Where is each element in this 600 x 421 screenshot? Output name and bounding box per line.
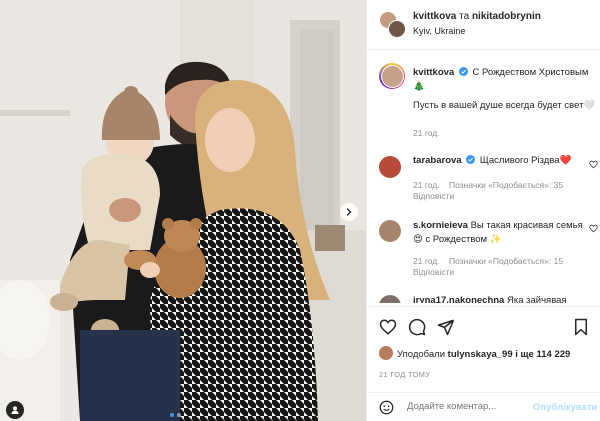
chevron-right-icon [346, 208, 352, 216]
paper-plane-icon[interactable] [437, 318, 455, 336]
coauthor-avatars[interactable] [379, 11, 406, 38]
caption-text: kvittkova С Рождеством Христовым 🎄 [413, 66, 595, 94]
avatar[interactable] [388, 20, 406, 38]
tree-emoji: 🎄 [413, 81, 425, 92]
comment-input[interactable] [407, 401, 537, 412]
coauthor-link[interactable]: nikitadobrynin [472, 11, 541, 22]
caption-username[interactable]: kvittkova [413, 67, 454, 78]
author-conjunction: та [459, 11, 470, 22]
likes-prefix: Уподобали [397, 349, 446, 360]
post-side-panel: kvittkova та nikitadobrynin Kyiv, Ukrain… [366, 0, 600, 421]
post-photo[interactable] [0, 0, 366, 421]
avatar[interactable] [379, 220, 401, 242]
bookmark-icon[interactable] [573, 318, 589, 336]
carousel-dot-active [170, 413, 174, 417]
heart-icon[interactable] [589, 160, 598, 169]
comment-username[interactable]: iryna17.nakonechna [413, 295, 504, 303]
avatar[interactable] [379, 63, 405, 89]
post-authors: kvittkova та nikitadobrynin [413, 11, 541, 22]
post-header: kvittkova та nikitadobrynin Kyiv, Ukrain… [367, 0, 600, 50]
heart-emoji: ❤️ [559, 155, 572, 166]
smiley-icon[interactable] [379, 400, 394, 415]
next-photo-button[interactable] [340, 203, 358, 221]
reply-button[interactable]: Відповісти [413, 267, 454, 277]
comment-username[interactable]: s.kornieieva [413, 220, 468, 231]
comment-text: s.kornieieva Вы такая красивая семья 😍 с … [413, 219, 583, 247]
comment-body-after: с Рождеством [425, 234, 488, 245]
comment-icon[interactable] [408, 318, 426, 336]
comment-text: tarabarova Щасливого Різдва❤️ [413, 154, 583, 168]
caption-line1: С Рождеством Христовым [472, 67, 589, 78]
heart-eyes-emoji: 😍 [413, 234, 423, 245]
likes-count-link[interactable]: і ще 114 229 [515, 349, 570, 360]
verified-badge-icon [466, 155, 476, 164]
avatar[interactable] [379, 295, 401, 303]
add-comment-bar: Опублікувати [367, 392, 600, 421]
comment-text: iryna17.nakonechna Яка зайчявая [413, 294, 583, 303]
comment-time[interactable]: 21 год. [413, 180, 440, 190]
comment-item: iryna17.nakonechna Яка зайчявая [367, 293, 600, 303]
likes-user-link[interactable]: tulynskaya_99 [448, 349, 513, 360]
post-actions [367, 306, 600, 348]
comment-body: Яка зайчявая [507, 295, 567, 303]
verified-badge-icon [458, 67, 468, 76]
comment-username[interactable]: tarabarova [413, 155, 462, 166]
user-tag-icon [11, 406, 19, 414]
comment-body: Щасливого Різдва [479, 155, 560, 166]
carousel-indicator [170, 413, 181, 417]
carousel-dot [177, 413, 181, 417]
caption-line2: Пусть в вашей душе всегда будет свет🤍 [413, 100, 596, 111]
caption-timestamp[interactable]: 21 год. [413, 128, 440, 138]
avatar[interactable] [379, 156, 401, 178]
heart-icon[interactable] [379, 318, 397, 336]
avatar[interactable] [379, 346, 393, 360]
reply-button[interactable]: Відповісти [413, 191, 454, 201]
comment-meta: 21 год. Позначки «Подобається»: 15 Відпо… [413, 256, 583, 278]
heart-icon[interactable] [589, 224, 598, 233]
comment-time[interactable]: 21 год. [413, 256, 440, 266]
sparkles-emoji: ✨ [489, 234, 502, 245]
location-link[interactable]: Kyiv, Ukraine [413, 26, 465, 36]
post-timestamp[interactable]: 21 ГОД ТОМУ [379, 370, 430, 379]
author-link[interactable]: kvittkova [413, 11, 456, 22]
comment-body: Вы такая красивая семья [470, 220, 583, 231]
tagged-users-button[interactable] [6, 401, 24, 419]
comment-likes[interactable]: Позначки «Подобається»: 35 [449, 180, 563, 190]
family-photo-illustration [0, 0, 366, 421]
comment-likes[interactable]: Позначки «Подобається»: 15 [449, 256, 563, 266]
publish-button[interactable]: Опублікувати [533, 402, 597, 413]
comment-meta: 21 год. Позначки «Подобається»: 35 Відпо… [413, 180, 583, 202]
likes-summary: Уподобали tulynskaya_99 і ще 114 229 [379, 346, 570, 360]
